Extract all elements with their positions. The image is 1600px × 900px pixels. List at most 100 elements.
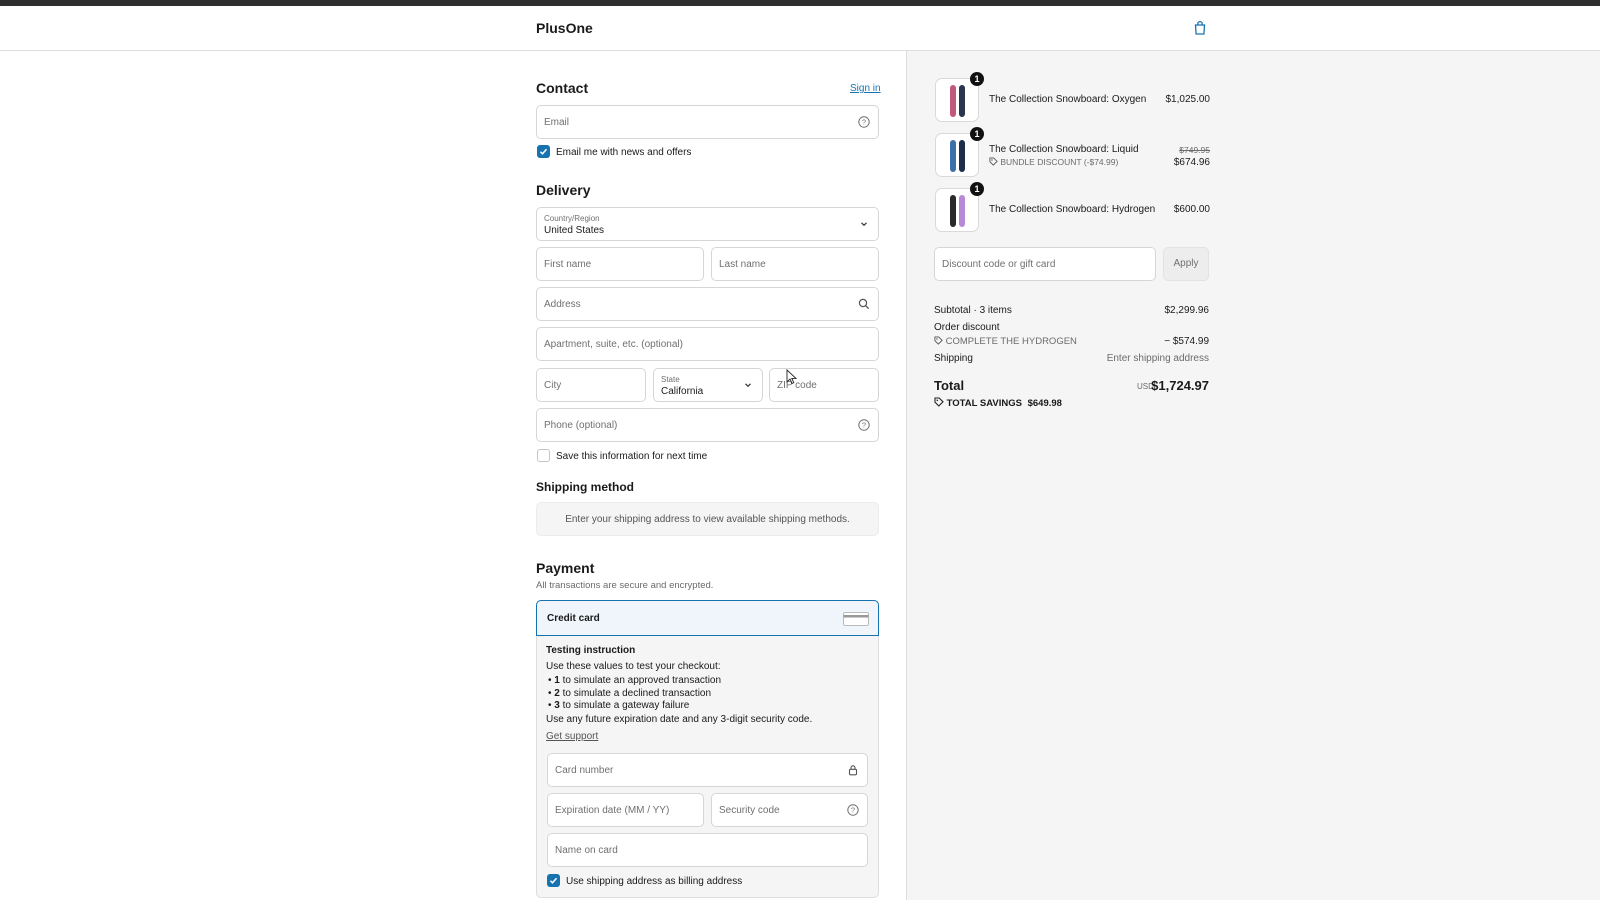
last-name-placeholder: Last name [719, 259, 766, 270]
product-thumbnail: 1 [935, 127, 984, 177]
product-price: $600.00 [1173, 204, 1210, 215]
snowboard-image [959, 85, 965, 117]
testing-intro: Use these values to test your checkout: [546, 661, 721, 672]
total-savings: TOTAL SAVINGS $649.98 [934, 397, 1062, 409]
country-label: Country/Region [544, 214, 600, 223]
product-name: The Collection Snowboard: Hydrogen [989, 204, 1156, 215]
security-code-placeholder: Security code [719, 805, 780, 816]
tag-icon [934, 336, 943, 345]
search-icon [858, 298, 870, 310]
first-name-field[interactable]: First name [536, 247, 704, 281]
email-field[interactable]: Email ? [536, 105, 879, 139]
city-field[interactable]: City [536, 368, 646, 402]
mouse-cursor-icon [786, 369, 797, 385]
list-item: • 2 to simulate a declined transaction [548, 687, 712, 699]
name-on-card-placeholder: Name on card [555, 845, 618, 856]
card-number-placeholder: Card number [555, 765, 614, 776]
apply-button[interactable]: Apply [1163, 247, 1209, 281]
news-checkbox[interactable] [537, 145, 550, 158]
credit-card-icon [843, 612, 869, 626]
phone-placeholder: Phone (optional) [544, 420, 618, 431]
order-discount-value: − $574.99 [1164, 336, 1209, 347]
expiration-placeholder: Expiration date (MM / YY) [555, 805, 670, 816]
save-info-label: Save this information for next time [556, 451, 708, 462]
order-summary-panel [906, 51, 1600, 900]
payment-title: Payment [536, 560, 595, 576]
svg-text:?: ? [862, 421, 866, 430]
news-label: Email me with news and offers [556, 147, 692, 158]
address-field[interactable]: Address [536, 287, 879, 321]
save-info-checkbox[interactable] [537, 449, 550, 462]
shopping-bag-icon[interactable] [1192, 20, 1208, 36]
country-value: United States [544, 225, 605, 236]
snowboard-image [950, 140, 956, 172]
list-item: 1 The Collection Snowboard: Liquid BUNDL… [935, 127, 1210, 178]
quantity-badge: 1 [970, 182, 984, 196]
quantity-badge: 1 [970, 127, 984, 141]
snowboard-image [959, 195, 965, 227]
store-logo[interactable]: PlusOne [536, 20, 593, 36]
tag-icon [934, 397, 944, 407]
subtotal-value: $2,299.96 [1164, 305, 1210, 316]
list-item: • 3 to simulate a gateway failure [548, 700, 690, 711]
help-icon[interactable]: ? [847, 804, 859, 816]
shipping-value: Enter shipping address [1106, 353, 1209, 364]
product-name: The Collection Snowboard: Oxygen [989, 94, 1147, 105]
email-placeholder: Email [544, 117, 570, 128]
sign-in-link[interactable]: Sign in [850, 83, 881, 94]
phone-field[interactable]: Phone (optional) ? [536, 408, 879, 442]
state-label: State [661, 375, 680, 384]
last-name-field[interactable]: Last name [711, 247, 879, 281]
billing-checkbox[interactable] [547, 874, 560, 887]
country-select[interactable]: Country/Region United States [536, 207, 879, 241]
svg-text:?: ? [862, 118, 866, 127]
state-value: California [661, 386, 704, 397]
snowboard-image [959, 140, 965, 172]
shipping-notice: Enter your shipping address to view avai… [536, 502, 879, 536]
name-on-card-field[interactable]: Name on card [547, 833, 868, 867]
city-placeholder: City [544, 380, 562, 391]
header: PlusOne [0, 6, 1600, 51]
credit-card-option[interactable]: Credit card [536, 600, 879, 636]
card-number-field[interactable]: Card number [547, 753, 868, 787]
quantity-badge: 1 [970, 72, 984, 86]
billing-label: Use shipping address as billing address [566, 876, 743, 887]
product-price: $674.96 [1173, 157, 1210, 168]
product-thumbnail: 1 [935, 72, 984, 122]
list-item: 1 The Collection Snowboard: Oxygen $1,02… [935, 72, 1211, 123]
delivery-title: Delivery [536, 182, 591, 198]
testing-title: Testing instruction [546, 645, 636, 656]
credit-card-label: Credit card [547, 613, 600, 624]
product-price: $1,025.00 [1165, 94, 1211, 105]
check-icon [539, 148, 548, 155]
address-placeholder: Address [544, 299, 581, 310]
total-label: Total [934, 378, 965, 393]
lock-icon [848, 765, 858, 776]
order-discount-label: Order discount [934, 322, 1000, 333]
expiration-field[interactable]: Expiration date (MM / YY) [547, 793, 704, 827]
payment-subtitle: All transactions are secure and encrypte… [536, 580, 714, 591]
first-name-placeholder: First name [544, 259, 592, 270]
snowboard-image [950, 85, 956, 117]
discount-code-field[interactable]: Discount code or gift card [934, 247, 1156, 281]
security-code-field[interactable]: Security code ? [711, 793, 868, 827]
contact-title: Contact [536, 80, 589, 96]
subtotal-label: Subtotal · 3 items [934, 305, 1012, 316]
chevron-down-icon [745, 383, 751, 388]
product-thumbnail: 1 [935, 182, 984, 232]
original-price: $749.95 [1179, 145, 1210, 155]
bundle-discount: BUNDLE DISCOUNT (-$74.99) [989, 157, 1118, 167]
snowboard-image [950, 195, 956, 227]
chevron-down-icon [861, 222, 867, 227]
discount-placeholder: Discount code or gift card [942, 259, 1056, 270]
testing-note: Use any future expiration date and any 3… [546, 714, 813, 725]
help-icon[interactable]: ? [858, 116, 870, 128]
shipping-label: Shipping [934, 353, 973, 364]
state-select[interactable]: State California [653, 368, 763, 402]
apartment-placeholder: Apartment, suite, etc. (optional) [544, 339, 683, 350]
get-support-link[interactable]: Get support [546, 731, 598, 742]
apartment-field[interactable]: Apartment, suite, etc. (optional) [536, 327, 879, 361]
help-icon[interactable]: ? [858, 419, 870, 431]
shipping-method-title: Shipping method [536, 480, 634, 494]
total-value: $1,724.97 [1151, 378, 1209, 393]
